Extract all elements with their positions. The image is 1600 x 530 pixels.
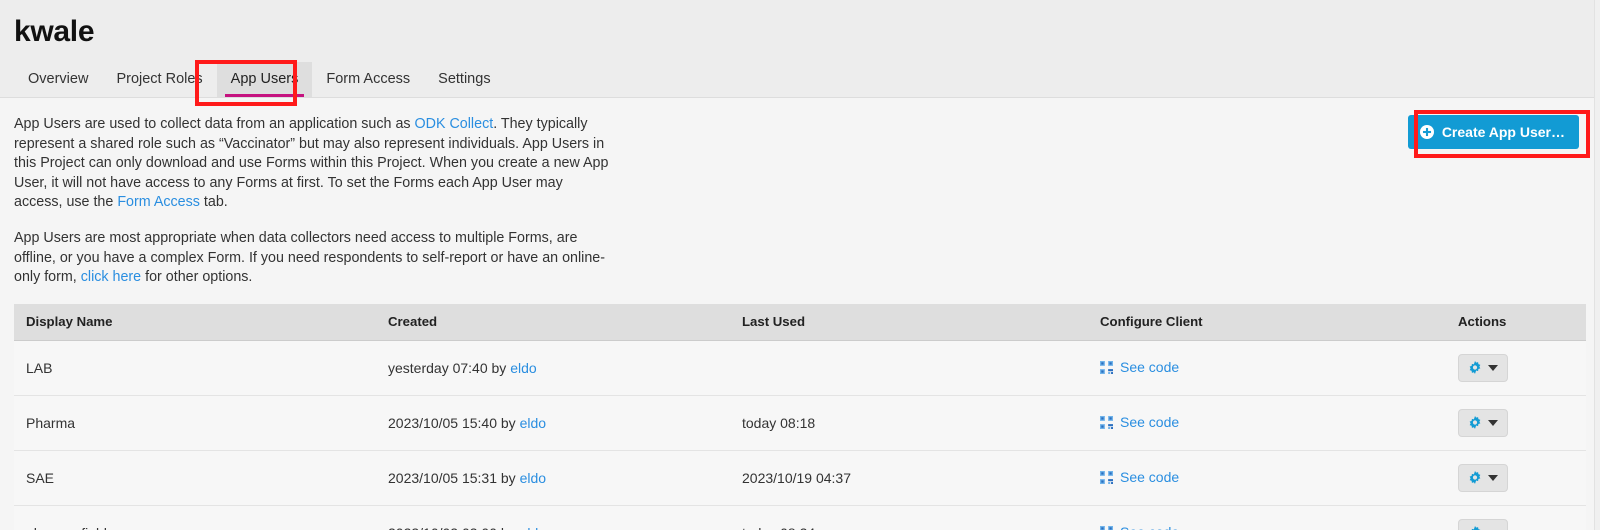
tab-label: Overview	[28, 71, 89, 87]
qr-code-icon	[1100, 360, 1113, 374]
cell-last-used: 2023/10/19 04:37	[730, 450, 1088, 506]
column-header-display-name[interactable]: Display Name	[14, 303, 376, 341]
table-row[interactable]: LAB yesterday 07:40 by eldo See code	[14, 340, 1586, 396]
row-actions-button[interactable]	[1458, 408, 1508, 437]
tab-project-roles[interactable]: Project Roles	[102, 62, 216, 97]
cell-display-name: SAE	[14, 450, 376, 506]
qr-code-icon	[1100, 470, 1113, 484]
project-header: kwale Overview Project Roles App Users F…	[0, 0, 1600, 98]
form-access-link[interactable]: Form Access	[117, 194, 200, 210]
tab-label: Project Roles	[116, 71, 203, 87]
table-row[interactable]: pharma_field 2023/10/02 03:00 by eldo to…	[14, 505, 1586, 530]
plus-circle-icon	[1419, 125, 1434, 139]
cell-actions	[1446, 450, 1586, 506]
cell-last-used	[730, 340, 1088, 396]
cell-display-name: LAB	[14, 340, 376, 396]
create-app-user-button-wrap: Create App User…	[1407, 115, 1579, 149]
created-time: 2023/10/02 03:00 by	[388, 525, 520, 530]
app-users-table-wrap: Display Name Created Last Used Configure…	[0, 303, 1600, 530]
tab-label: Settings	[438, 71, 491, 87]
row-actions-button[interactable]	[1458, 518, 1508, 530]
created-time: 2023/10/05 15:31 by	[388, 469, 520, 486]
app-users-content: App Users are used to collect data from …	[0, 98, 1600, 288]
column-header-actions[interactable]: Actions	[1446, 303, 1586, 341]
created-time: yesterday 07:40 by	[388, 359, 511, 376]
chevron-down-icon	[1488, 419, 1498, 426]
chevron-down-icon	[1488, 474, 1498, 481]
cell-configure-client: See code	[1088, 450, 1446, 506]
see-code-label: See code	[1120, 469, 1180, 485]
cell-actions	[1446, 395, 1586, 451]
tab-form-access[interactable]: Form Access	[312, 62, 424, 97]
cell-configure-client: See code	[1088, 340, 1446, 396]
gear-icon	[1469, 470, 1481, 484]
app-users-table: Display Name Created Last Used Configure…	[14, 303, 1586, 530]
tab-settings[interactable]: Settings	[424, 62, 504, 97]
odk-collect-link[interactable]: ODK Collect	[415, 116, 494, 132]
cell-display-name: pharma_field	[14, 505, 376, 530]
create-app-user-label: Create App User…	[1441, 124, 1565, 140]
page-title: kwale	[14, 15, 95, 48]
cell-created: 2023/10/05 15:40 by eldo	[376, 395, 730, 451]
created-by-user-link[interactable]: eldo	[520, 525, 546, 530]
click-here-link[interactable]: click here	[81, 269, 141, 285]
cell-actions	[1446, 340, 1586, 396]
cell-actions	[1446, 505, 1586, 530]
page-scrollbar[interactable]	[1594, 0, 1600, 530]
created-time: 2023/10/05 15:40 by	[388, 414, 520, 431]
cell-created: yesterday 07:40 by eldo	[376, 340, 730, 396]
cell-configure-client: See code	[1088, 505, 1446, 530]
qr-code-icon	[1100, 415, 1113, 429]
table-body: LAB yesterday 07:40 by eldo See code Pha…	[14, 340, 1586, 530]
table-header: Display Name Created Last Used Configure…	[14, 303, 1586, 341]
cell-last-used: today 08:24	[730, 505, 1088, 530]
gear-icon	[1471, 525, 1481, 530]
create-app-user-button[interactable]: Create App User…	[1407, 115, 1579, 149]
see-code-label: See code	[1120, 523, 1179, 530]
row-actions-button[interactable]	[1458, 463, 1508, 492]
cell-created: 2023/10/05 15:31 by eldo	[376, 450, 730, 506]
cell-last-used: today 08:18	[730, 395, 1088, 451]
intro-p1-part3: tab.	[199, 194, 228, 211]
chevron-down-icon	[1488, 364, 1498, 371]
see-code-label: See code	[1120, 414, 1180, 430]
qr-code-icon	[1100, 525, 1113, 530]
intro-paragraph-1: App Users are used to collect data from …	[14, 115, 614, 213]
gear-icon	[1469, 415, 1481, 429]
created-by-user-link[interactable]: eldo	[520, 415, 546, 431]
intro-text-block: App Users are used to collect data from …	[14, 98, 614, 288]
intro-paragraph-2: App Users are most appropriate when data…	[14, 229, 614, 288]
see-code-link[interactable]: See code	[1100, 523, 1179, 530]
intro-p1-part1: App Users are used to collect data from …	[14, 116, 415, 132]
table-row[interactable]: SAE 2023/10/05 15:31 by eldo 2023/10/19 …	[14, 450, 1586, 506]
see-code-link[interactable]: See code	[1100, 413, 1179, 431]
column-header-configure-client[interactable]: Configure Client	[1088, 303, 1446, 341]
tab-app-users[interactable]: App Users	[216, 62, 313, 97]
gear-icon	[1469, 360, 1481, 374]
table-header-row: Display Name Created Last Used Configure…	[14, 303, 1586, 341]
tab-label: App Users	[230, 71, 299, 87]
column-header-last-used[interactable]: Last Used	[730, 303, 1088, 341]
see-code-link[interactable]: See code	[1100, 468, 1179, 486]
tab-overview[interactable]: Overview	[14, 62, 102, 97]
created-by-user-link[interactable]: eldo	[510, 360, 536, 376]
cell-created: 2023/10/02 03:00 by eldo	[376, 505, 730, 530]
intro-p2-part2: for other options.	[141, 269, 253, 286]
column-header-created[interactable]: Created	[376, 303, 730, 341]
see-code-link[interactable]: See code	[1100, 358, 1179, 376]
row-actions-button[interactable]	[1458, 353, 1508, 382]
cell-configure-client: See code	[1088, 395, 1446, 451]
project-tab-bar: Overview Project Roles App Users Form Ac…	[14, 57, 505, 97]
tab-label: Form Access	[326, 71, 411, 87]
cell-display-name: Pharma	[14, 395, 376, 451]
see-code-label: See code	[1120, 359, 1180, 375]
table-row[interactable]: Pharma 2023/10/05 15:40 by eldo today 08…	[14, 395, 1586, 451]
created-by-user-link[interactable]: eldo	[520, 470, 546, 486]
